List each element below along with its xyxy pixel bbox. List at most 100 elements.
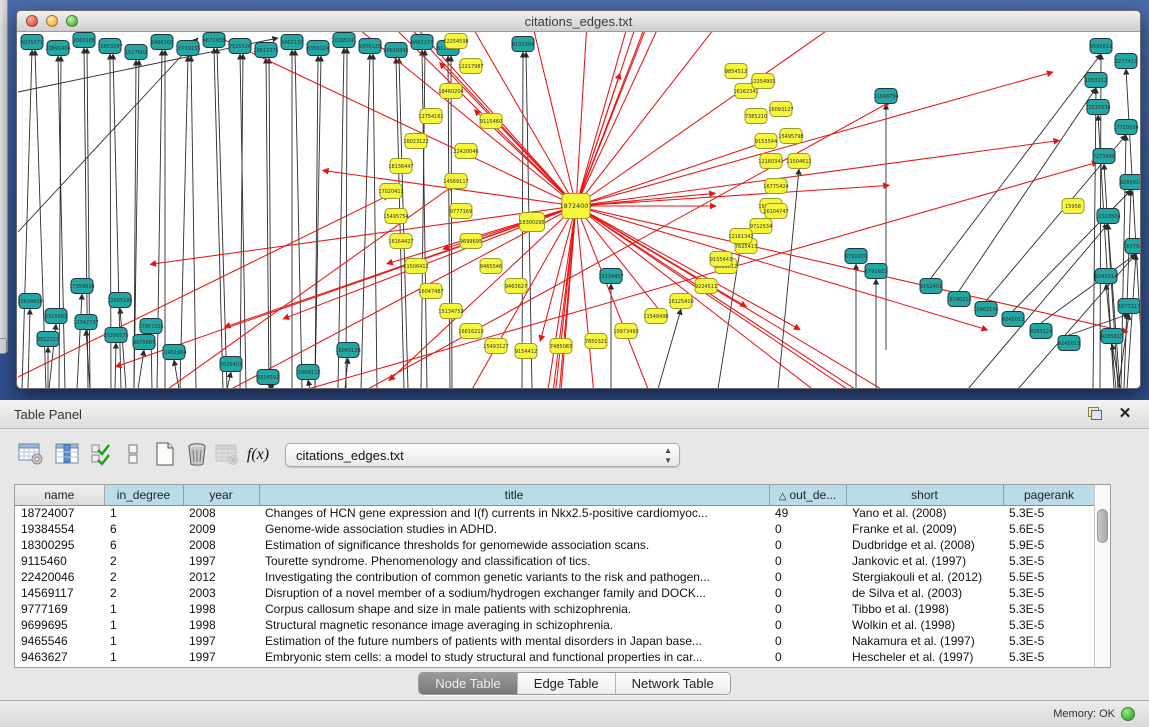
table-cell[interactable]: 2008	[183, 505, 259, 521]
graph-node[interactable]: 9465546	[480, 259, 502, 274]
graph-node[interactable]: 15493127	[483, 339, 508, 354]
graph-node[interactable]: 4671958	[203, 33, 225, 48]
table-cell[interactable]: 5.9E-5	[1003, 537, 1095, 553]
graph-node[interactable]: 16104747	[763, 204, 788, 219]
graph-node[interactable]: 9854512	[725, 64, 747, 79]
graph-node[interactable]: 8283124	[1030, 324, 1052, 339]
table-cell[interactable]: Franke et al. (2009)	[846, 521, 1003, 537]
graph-node[interactable]: 12505185	[107, 293, 132, 308]
graph-node[interactable]: 1677213	[1118, 299, 1140, 314]
table-cell[interactable]: Estimation of significance thresholds fo…	[259, 537, 769, 553]
table-cell[interactable]: Investigating the contribution of common…	[259, 569, 769, 585]
graph-node[interactable]: 12161342	[728, 229, 753, 244]
table-cell[interactable]: Structural magnetic resonance image aver…	[259, 617, 769, 633]
close-panel-button[interactable]: ✕	[1115, 405, 1135, 423]
graph-node[interactable]: 18136447	[388, 159, 413, 174]
table-cell[interactable]: 2008	[183, 537, 259, 553]
graph-node[interactable]: 17710554	[1113, 120, 1138, 135]
table-cell[interactable]: 14569117	[15, 585, 104, 601]
graph-node[interactable]: 12160341	[758, 154, 783, 169]
tab-network-table[interactable]: Network Table	[615, 673, 730, 694]
graph-node[interactable]: 9462137	[411, 35, 433, 50]
table-cell[interactable]: 1	[104, 633, 183, 649]
graph-node[interactable]: 9245014	[1095, 269, 1117, 284]
table-row[interactable]: 1938455462009Genome-wide association stu…	[15, 521, 1095, 537]
splitter-collapse-handle[interactable]	[0, 338, 7, 354]
table-cell[interactable]: Tibbo et al. (1998)	[846, 601, 1003, 617]
graph-node[interactable]: 9285814	[1120, 175, 1141, 190]
table-cell[interactable]: de Silva et al. (2003)	[846, 585, 1003, 601]
graph-node[interactable]: 9245012	[1002, 312, 1024, 327]
graph-node[interactable]: 4035571	[21, 35, 43, 50]
table-cell[interactable]: 0	[769, 601, 846, 617]
table-cell[interactable]: Nakamura et al. (1997)	[846, 633, 1003, 649]
table-cell[interactable]: 1	[104, 649, 183, 665]
table-cell[interactable]: 19384554	[15, 521, 104, 537]
graph-node[interactable]: 1527602	[125, 45, 147, 60]
graph-node[interactable]: 9777169	[450, 204, 472, 219]
graph-node[interactable]: 8131904	[512, 37, 534, 52]
table-cell[interactable]: 49	[769, 505, 846, 521]
table-row[interactable]: 1456911722003Disruption of a novel membe…	[15, 585, 1095, 601]
table-cell[interactable]: 1997	[183, 553, 259, 569]
table-cell[interactable]: 5.3E-5	[1003, 633, 1095, 649]
table-cell[interactable]: Genome-wide association studies in ADHD.	[259, 521, 769, 537]
table-cell[interactable]: 9463627	[15, 649, 104, 665]
control-panel-splitter[interactable]	[0, 0, 8, 352]
table-cell[interactable]: 22420046	[15, 569, 104, 585]
table-cell[interactable]: 5.3E-5	[1003, 553, 1095, 569]
memory-status-indicator[interactable]	[1121, 707, 1135, 721]
graph-node[interactable]: 15134752	[438, 304, 463, 319]
graph-node[interactable]: 18196213	[946, 292, 971, 307]
graph-node[interactable]: 18460204	[438, 84, 463, 99]
graph-node[interactable]: 9153544	[755, 134, 777, 149]
graph-node[interactable]: 12254903	[750, 74, 775, 89]
graph-node[interactable]: 11506412	[403, 259, 428, 274]
column-header-pagerank[interactable]: pagerank	[1003, 485, 1095, 505]
graph-node[interactable]: 2277413	[1115, 54, 1137, 69]
table-cell[interactable]: 5.3E-5	[1003, 505, 1095, 521]
table-cell[interactable]: 1998	[183, 617, 259, 633]
graph-node[interactable]: 15495754	[383, 209, 408, 224]
table-row[interactable]: 911546021997Tourette syndrome. Phenomeno…	[15, 553, 1095, 569]
graph-node[interactable]: 9224511	[695, 279, 717, 294]
graph-node[interactable]: 10165241	[331, 33, 356, 48]
column-header-short[interactable]: short	[846, 485, 1003, 505]
table-cell[interactable]: Tourette syndrome. Phenomenology and cla…	[259, 553, 769, 569]
graph-node[interactable]: 9162401	[920, 279, 942, 294]
table-cell[interactable]: 1997	[183, 649, 259, 665]
graph-node[interactable]: 20612375	[253, 43, 278, 58]
graph-node[interactable]: 16164427	[388, 234, 413, 249]
column-header-title[interactable]: title	[259, 485, 769, 505]
table-cell[interactable]: 2	[104, 585, 183, 601]
graph-node[interactable]: 11548498	[643, 309, 668, 324]
graph-node[interactable]: 9595612	[1090, 39, 1112, 54]
graph-node[interactable]: 17020411	[378, 184, 403, 199]
graph-node[interactable]: 20691406	[45, 41, 70, 56]
table-row[interactable]: 946362711997Embryonic stem cells: a mode…	[15, 649, 1095, 665]
graph-node[interactable]: 2060185	[73, 33, 95, 48]
table-scrollbar[interactable]	[1094, 485, 1110, 667]
table-cell[interactable]: 0	[769, 553, 846, 569]
graph-node[interactable]: 9115460	[480, 114, 502, 129]
table-cell[interactable]: 1	[104, 601, 183, 617]
graph-node[interactable]: 9462130	[281, 35, 303, 50]
table-row[interactable]: 977716911998Corpus callosum shape and si…	[15, 601, 1095, 617]
create-column-button[interactable]	[150, 440, 180, 470]
table-selector[interactable]: citations_edges.txt ▲▼	[285, 443, 680, 467]
graph-node[interactable]: 16125410	[668, 294, 693, 309]
graph-node[interactable]: 15495798	[778, 129, 803, 144]
graph-node[interactable]: 10958112	[295, 365, 320, 380]
graph-node[interactable]: 9356128	[359, 39, 381, 54]
graph-node[interactable]: 10653287	[97, 39, 122, 54]
table-cell[interactable]: Disruption of a novel member of a sodium…	[259, 585, 769, 601]
graph-node[interactable]: 1315683	[45, 309, 67, 324]
graph-node[interactable]: 9285815	[1101, 329, 1123, 344]
table-cell[interactable]: 0	[769, 537, 846, 553]
graph-node[interactable]: 9245013	[1058, 336, 1080, 351]
column-header-in-degree[interactable]: in_degree	[104, 485, 183, 505]
graph-node[interactable]: 16093128	[335, 343, 360, 358]
graph-node[interactable]: 16093127	[768, 102, 793, 117]
table-cell[interactable]: 18724007	[15, 505, 104, 521]
delete-table-button[interactable]	[212, 440, 242, 470]
